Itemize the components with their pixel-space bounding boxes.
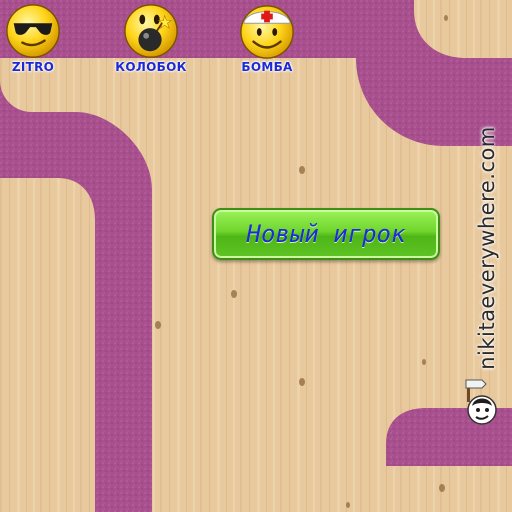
sunglasses-smiley-icon bbox=[6, 4, 60, 58]
player-slot-zitro[interactable]: ZITRO bbox=[0, 0, 81, 80]
new-player-button[interactable]: Новый игрок bbox=[212, 208, 440, 260]
player-name: КОЛОБОК bbox=[115, 60, 187, 74]
player-slot-bomba[interactable]: БОМБА bbox=[219, 0, 315, 80]
author-logo-icon[interactable] bbox=[460, 376, 500, 428]
player-name: БОМБА bbox=[241, 60, 293, 74]
site-link[interactable]: nikitaeverywhere.com bbox=[475, 126, 499, 370]
bomb-smiley-icon bbox=[124, 4, 178, 58]
player-slot-kolobok[interactable]: КОЛОБОК bbox=[103, 0, 199, 80]
medic-cap-smiley-icon bbox=[240, 5, 294, 59]
player-name: ZITRO bbox=[11, 60, 55, 74]
new-player-button-label: Новый игрок bbox=[246, 220, 406, 248]
